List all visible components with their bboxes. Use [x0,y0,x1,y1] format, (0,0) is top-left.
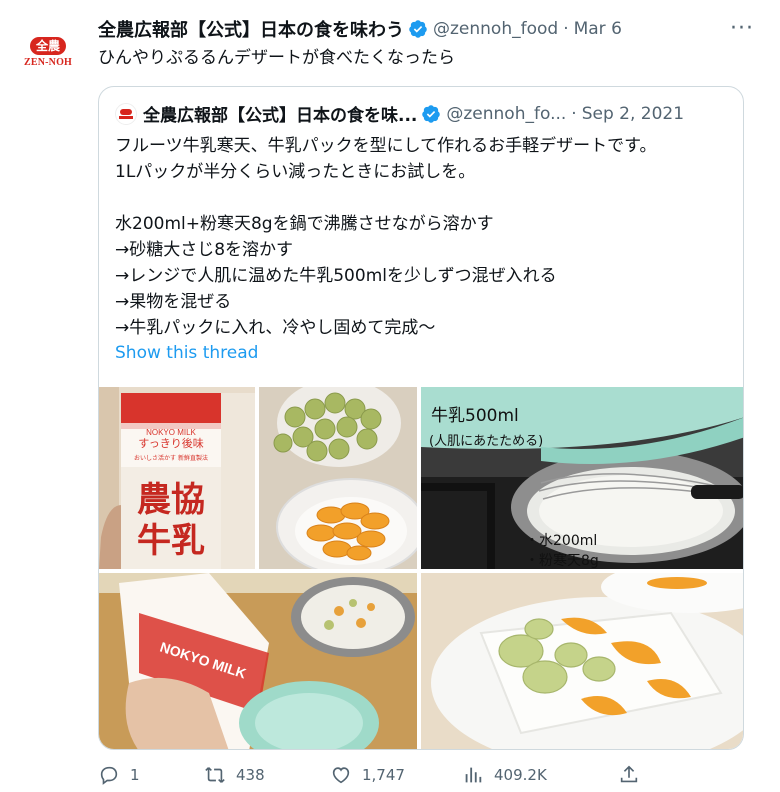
quoted-avatar [115,102,137,125]
quoted-text-line: →砂糖大さじ8を溶かす [115,240,294,260]
quoted-text-line: →果物を混ぜる [115,292,232,312]
more-options-icon[interactable]: ··· [730,16,754,41]
pot-note-1: ・水200ml [525,533,597,549]
verified-badge-icon [409,20,427,38]
author-handle[interactable]: @zennoh_food [433,19,558,39]
pot-title: 牛乳500ml [431,406,519,426]
avatar[interactable]: 全農 ZEN-NOH [20,24,76,80]
share-button[interactable] [618,764,650,786]
photo-pouring[interactable]: NOKYO MILK [99,573,417,749]
carton-big-text-1: 農協 [137,480,205,520]
separator-dot: · [571,103,577,124]
quoted-text-line [115,185,731,211]
quoted-author-handle: @zennoh_fo... [446,103,567,124]
views-count: 409.2K [494,766,547,784]
quoted-tweet-date: Sep 2, 2021 [581,103,685,124]
carton-sub-text: すっきり後味 [138,436,204,450]
share-icon [620,765,638,783]
quoted-text-line: フルーツ牛乳寒天、牛乳パックを型にして作れるお手軽デザートです。 [115,136,657,156]
author-name[interactable]: 全農広報部【公式】日本の食を味わう [98,16,404,42]
quoted-text-line: 水200ml+粉寒天8gを鍋で沸騰させながら溶かす [115,214,494,234]
quoted-tweet-text: フルーツ牛乳寒天、牛乳パックを型にして作れるお手軽デザートです。 1Lパックが半… [115,133,731,341]
photo-fruits[interactable] [259,387,417,569]
views-button[interactable]: 409.2K [462,764,547,786]
show-thread-link[interactable]: Show this thread [115,343,258,363]
reply-count: 1 [130,766,140,784]
like-count: 1,747 [362,766,405,784]
quoted-text-line: →レンジで人肌に温めた牛乳500mlを少しずつ混ぜ入れる [115,266,557,286]
photo-dessert[interactable] [421,573,743,749]
avatar-badge: 全農 [29,36,66,55]
carton-top-text: NOKYO MILK [146,428,196,437]
retweet-count: 438 [236,766,265,784]
like-button[interactable]: 1,747 [330,764,405,786]
image-grid: NOKYO MILK すっきり後味 おいしさ活かす 新鮮直製法 農協 牛乳 牛乳… [99,387,743,749]
verified-badge-icon [422,104,441,123]
tweet-actions: 1 438 1,747 409.2K [98,764,658,790]
photo-milk-carton[interactable]: NOKYO MILK すっきり後味 おいしさ活かす 新鮮直製法 農協 牛乳 [99,387,255,569]
quoted-tweet-card[interactable]: 全農広報部【公式】日本の食を味... @zennoh_fo... · Sep 2… [98,86,744,750]
reply-button[interactable]: 1 [98,764,140,786]
tweet-header: 全農広報部【公式】日本の食を味わう @zennoh_food · Mar 6 [98,16,622,42]
avatar-brand: ZEN-NOH [23,56,73,68]
quoted-text-line: →牛乳パックに入れ、冷やし固めて完成〜 [115,318,436,338]
carton-big-text-2: 牛乳 [137,521,205,561]
tweet-text: ひんやりぷるるんデザートが食べたくなったら [98,48,455,68]
quoted-author-name: 全農広報部【公式】日本の食を味... [143,106,418,126]
photo-pot[interactable]: 牛乳500ml (人肌にあたためる) ・水200ml ・粉寒天8g [421,387,743,569]
carton-tiny-text: おいしさ活かす 新鮮直製法 [134,454,208,462]
heart-icon [332,767,350,784]
retweet-button[interactable]: 438 [204,764,265,786]
quoted-text-line: 1Lパックが半分くらい減ったときにお試しを。 [115,162,476,182]
pot-note-2: ・粉寒天8g [525,552,599,569]
quoted-tweet-header: 全農広報部【公式】日本の食を味... @zennoh_fo... · Sep 2… [115,101,684,126]
reply-icon [100,766,118,785]
tweet-date[interactable]: Mar 6 [574,19,622,39]
analytics-icon [465,767,482,783]
separator-dot: · [563,19,569,39]
retweet-icon [205,767,225,783]
pot-subtitle: (人肌にあたためる) [429,434,543,449]
